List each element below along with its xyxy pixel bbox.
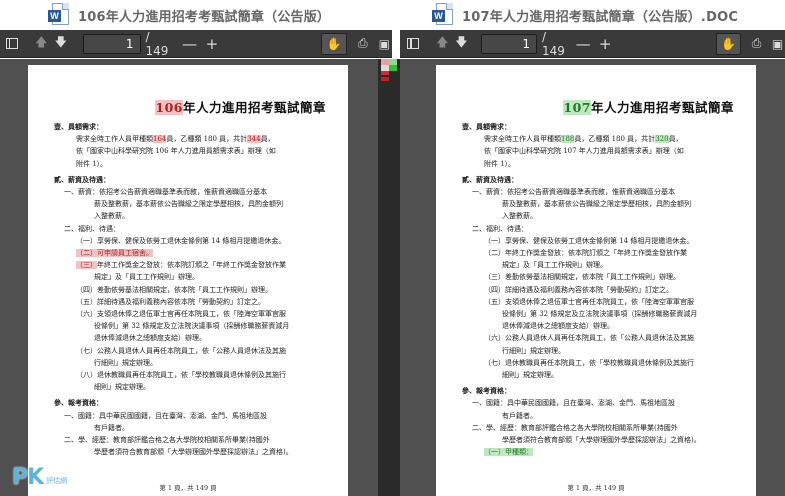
document-title: 106年人力進用招考甄試簡章 bbox=[155, 100, 326, 115]
hand-tool-button[interactable]: ✋ bbox=[320, 32, 347, 55]
zoom-in-button[interactable]: + bbox=[599, 35, 612, 53]
word-document-icon: W bbox=[48, 3, 70, 27]
document-body: 壹、員額需求： 需求全時工作人員甲種類188員，乙種類 180 員，共計320員… bbox=[462, 122, 701, 457]
print-icon[interactable]: ⎙ bbox=[749, 35, 764, 53]
previous-page-icon[interactable]: 🡅 bbox=[34, 35, 50, 53]
page-total-label: / 149 bbox=[145, 29, 169, 58]
page-footer: 第 1 頁，共 149 頁 bbox=[159, 484, 217, 492]
sidebar-toggle-icon[interactable] bbox=[4, 35, 20, 53]
right-window-title: 107年人力進用招考甄試簡章（公告版）.DOC bbox=[462, 9, 739, 25]
sidebar-toggle-icon[interactable] bbox=[406, 35, 421, 53]
next-page-icon[interactable]: 🡇 bbox=[454, 35, 469, 53]
print-icon[interactable]: ⎙ bbox=[355, 35, 371, 53]
zoom-out-button[interactable]: — bbox=[182, 35, 197, 53]
pk-watermark-logo: PK 評估網 bbox=[12, 465, 68, 490]
diff-marker[interactable] bbox=[381, 77, 389, 81]
left-pdf-toolbar: 🡅 🡇 1 / 149 — + ✋ ⎙ ▣ bbox=[0, 30, 392, 58]
left-document-page: 106年人力進用招考甄試簡章 壹、員額需求： 需求全時工作人員甲種類164員，乙… bbox=[28, 65, 348, 496]
diff-marker[interactable] bbox=[381, 71, 389, 75]
page-number-input[interactable]: 1 bbox=[480, 33, 538, 54]
page-footer: 第 1 頁，共 149 頁 bbox=[567, 484, 625, 492]
left-document-viewer[interactable]: 106年人力進用招考甄試簡章 壹、員額需求： 需求全時工作人員甲種類164員，乙… bbox=[0, 59, 378, 496]
document-title: 107年人力進用招考甄試簡章 bbox=[563, 100, 734, 115]
hand-icon: ✋ bbox=[326, 36, 342, 51]
right-document-viewer[interactable]: 107年人力進用招考甄試簡章 壹、員額需求： 需求全時工作人員甲種類188員，乙… bbox=[400, 59, 785, 496]
diff-marker[interactable] bbox=[389, 65, 397, 71]
document-body: 壹、員額需求： 需求全時工作人員甲種類164員，乙種類 180 員，共計344員… bbox=[54, 122, 293, 457]
save-icon[interactable]: ▣ bbox=[770, 35, 785, 53]
diff-overview-scrollbar[interactable] bbox=[378, 59, 400, 496]
zoom-out-button[interactable]: — bbox=[576, 35, 591, 53]
zoom-in-button[interactable]: + bbox=[205, 35, 219, 53]
previous-page-icon[interactable]: 🡅 bbox=[435, 35, 450, 53]
right-pdf-toolbar: 🡅 🡇 1 / 149 — + ✋ ⎙ ▣ bbox=[400, 30, 785, 58]
word-document-icon: W bbox=[432, 3, 454, 27]
right-window-titlebar: W 107年人力進用招考甄試簡章（公告版）.DOC bbox=[392, 0, 785, 30]
page-number-input[interactable]: 1 bbox=[82, 33, 141, 54]
save-icon[interactable]: ▣ bbox=[377, 35, 393, 53]
right-document-page: 107年人力進用招考甄試簡章 壹、員額需求： 需求全時工作人員甲種類188員，乙… bbox=[436, 65, 756, 496]
left-window-titlebar: W 106年人力進用招考考甄試簡章（公告版） bbox=[0, 0, 392, 30]
page-total-label: / 149 bbox=[542, 29, 565, 58]
next-page-icon[interactable]: 🡇 bbox=[53, 35, 69, 53]
hand-tool-button[interactable]: ✋ bbox=[715, 32, 742, 55]
left-window-title: 106年人力進用招考考甄試簡章（公告版） bbox=[78, 9, 331, 25]
hand-icon: ✋ bbox=[721, 36, 736, 51]
